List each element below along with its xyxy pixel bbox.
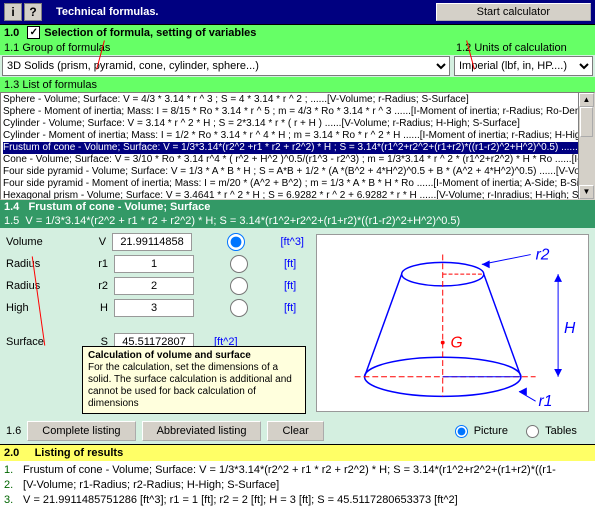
var-radio[interactable] — [197, 233, 275, 251]
var-symbol: r1 — [84, 258, 114, 270]
var-input[interactable] — [112, 233, 192, 251]
section-num: 1.0 — [4, 27, 19, 39]
section-label: Group of formulas — [22, 42, 110, 54]
formula-row[interactable]: Hexagonal prism - Volume; Surface: V = 3… — [3, 190, 592, 200]
result-row: 1. Frustum of cone - Volume; Surface: V … — [4, 463, 591, 478]
section-2-0: 2.0 Listing of results — [0, 444, 595, 461]
var-radio[interactable] — [199, 299, 279, 317]
tooltip: Calculation of volume and surface For th… — [82, 346, 306, 414]
result-row: 2. [V-Volume; r1-Radius; r2-Radius; H-Hi… — [4, 478, 591, 493]
var-unit: [ft^3] — [280, 236, 304, 248]
clear-button[interactable]: Clear — [267, 421, 323, 441]
tooltip-body: For the calculation, set the dimensions … — [88, 362, 292, 409]
var-label: Radius — [6, 258, 84, 270]
titlebar: i ? Technical formulas. Start calculator — [0, 0, 595, 24]
var-unit: [ft] — [284, 258, 296, 270]
diagram-panel: r2 r1 H G — [316, 234, 589, 412]
section-1-1: 1.1 Group of formulas — [0, 40, 452, 55]
scroll-up-icon[interactable]: ▲ — [579, 93, 594, 107]
var-input[interactable] — [114, 255, 194, 273]
variable-row: High H [ft] — [6, 298, 304, 318]
formula-row[interactable]: Cylinder - Moment of inertia; Mass: I = … — [3, 130, 592, 142]
section-label: Units of calculation — [474, 42, 566, 54]
var-radio[interactable] — [199, 277, 279, 295]
results-list: 1. Frustum of cone - Volume; Surface: V … — [0, 461, 595, 510]
start-calculator-button[interactable]: Start calculator — [436, 3, 591, 21]
formula-row[interactable]: Cone - Volume; Surface: V = 3/10 * Ro * … — [3, 154, 592, 166]
label-r1: r1 — [539, 393, 553, 410]
variable-row: Radius r1 [ft] — [6, 254, 304, 274]
formula-group-select[interactable]: 3D Solids (prism, pyramid, cone, cylinde… — [2, 56, 450, 76]
section-1-6: 1.6 Complete listing Abbreviated listing… — [0, 418, 595, 444]
scrollbar[interactable]: ▲ ▼ — [578, 93, 594, 199]
var-label: Volume — [6, 236, 83, 248]
var-unit: [ft] — [284, 280, 296, 292]
label-H: H — [564, 320, 576, 337]
section-num: 1.3 — [4, 79, 19, 91]
formula-row[interactable]: Four side pyramid - Volume; Surface: V =… — [3, 166, 592, 178]
var-input[interactable] — [114, 277, 194, 295]
picture-radio[interactable] — [455, 425, 468, 438]
var-symbol: V — [83, 236, 113, 248]
label-G: G — [451, 334, 463, 351]
result-row: 3. V = 21.9911485751286 [ft^3]; r1 = 1 [… — [4, 493, 591, 508]
scroll-thumb[interactable] — [580, 107, 593, 137]
var-symbol: H — [84, 302, 114, 314]
formula-row[interactable]: Four side pyramid - Moment of inertia; M… — [3, 178, 592, 190]
section-1-0: 1.0 ✓ Selection of formula, setting of v… — [0, 24, 595, 40]
section-num: 1.1 — [4, 42, 19, 54]
var-input[interactable] — [114, 299, 194, 317]
formula-row[interactable]: Frustum of cone - Volume; Surface: V = 1… — [3, 142, 592, 154]
units-select[interactable]: Imperial (lbf, in, HP....) — [454, 56, 593, 76]
help-icon[interactable]: ? — [24, 3, 42, 21]
formula-row[interactable]: Cylinder - Volume; Surface: V = 3.14 * r… — [3, 118, 592, 130]
section-1-3: 1.3 List of formulas — [0, 77, 595, 92]
picture-label: Picture — [474, 425, 508, 437]
section-label: List of formulas — [22, 79, 97, 91]
selected-formula-name: Frustum of cone - Volume; Surface — [28, 201, 210, 213]
var-symbol: r2 — [84, 280, 114, 292]
section-num: 1.2 — [456, 42, 471, 54]
section-num: 2.0 — [4, 447, 19, 459]
var-radio[interactable] — [199, 255, 279, 273]
variable-panel: Volume V [ft^3]Radius r1 [ft]Radius r2 [… — [0, 228, 310, 418]
tooltip-title: Calculation of volume and surface — [88, 350, 251, 361]
scroll-down-icon[interactable]: ▼ — [579, 185, 594, 199]
variable-row: Radius r2 [ft] — [6, 276, 304, 296]
formula-row[interactable]: Sphere - Volume; Surface: V = 4/3 * 3.14… — [3, 94, 592, 106]
app-title: Technical formulas. — [56, 6, 436, 18]
formula-list[interactable]: Sphere - Volume; Surface: V = 4/3 * 3.14… — [0, 92, 595, 200]
variables-area: Volume V [ft^3]Radius r1 [ft]Radius r2 [… — [0, 228, 595, 418]
tables-radio[interactable] — [526, 425, 539, 438]
section-num: 1.5 — [4, 215, 19, 227]
formula-row[interactable]: Sphere - Moment of inertia; Mass: I = 8/… — [3, 106, 592, 118]
abbreviated-listing-button[interactable]: Abbreviated listing — [142, 421, 262, 441]
section-checkbox[interactable]: ✓ — [27, 26, 40, 39]
section-1-2: 1.2 Units of calculation — [452, 40, 595, 55]
section-label: Selection of formula, setting of variabl… — [44, 27, 256, 39]
var-label: Radius — [6, 280, 84, 292]
var-label: High — [6, 302, 84, 314]
section-label: Listing of results — [35, 447, 124, 459]
var-unit: [ft] — [284, 302, 296, 314]
section-1-5: 1.5 V = 1/3*3.14*(r2^2 + r1 * r2 + r2^2)… — [0, 214, 595, 228]
info-icon[interactable]: i — [4, 3, 22, 21]
section-num: 1.4 — [4, 201, 19, 213]
var-label: Surface — [6, 336, 84, 348]
complete-listing-button[interactable]: Complete listing — [27, 421, 135, 441]
formula-expression: V = 1/3*3.14*(r2^2 + r1 * r2 + r2^2) * H… — [25, 215, 460, 227]
label-r2: r2 — [536, 246, 550, 263]
section-1-4: 1.4 Frustum of cone - Volume; Surface — [0, 200, 595, 214]
section-num: 1.6 — [6, 425, 21, 437]
variable-row: Volume V [ft^3] — [6, 232, 304, 252]
tables-label: Tables — [545, 425, 577, 437]
